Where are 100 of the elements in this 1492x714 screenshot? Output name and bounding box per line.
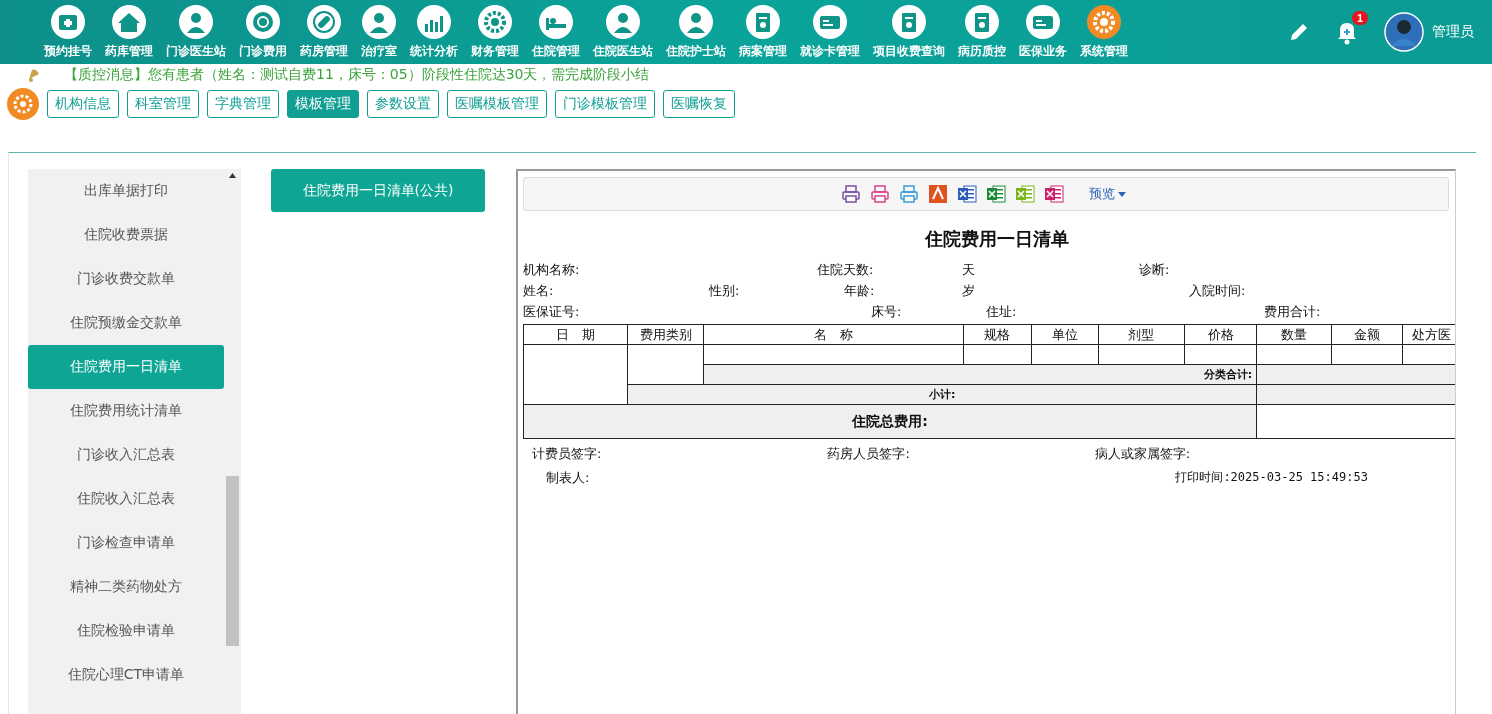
- tab[interactable]: 机构信息: [47, 90, 119, 118]
- doctor-icon: [178, 4, 214, 40]
- avatar-icon[interactable]: [1384, 12, 1424, 52]
- template-item[interactable]: 住院心理CT申请单: [28, 653, 224, 697]
- coin-icon: [245, 4, 281, 40]
- template-item[interactable]: 住院检验申请单: [28, 609, 224, 653]
- column-header: 处方医: [1402, 324, 1455, 345]
- template-item[interactable]: 出库单据打印: [28, 169, 224, 213]
- column-header: 价格: [1184, 324, 1257, 345]
- document-icon: [891, 4, 927, 40]
- nav-item[interactable]: 预约挂号: [44, 4, 92, 60]
- nav-item[interactable]: 门诊医生站: [166, 4, 226, 60]
- preview-dropdown[interactable]: 预览: [1082, 184, 1132, 204]
- excel-icon[interactable]: [985, 184, 1006, 204]
- gear-icon: [477, 4, 513, 40]
- field-label: 性别:: [709, 282, 740, 300]
- nav-item[interactable]: 住院护士站: [666, 4, 726, 60]
- printer-icon[interactable]: [869, 184, 890, 204]
- nav-item[interactable]: 项目收费查询: [873, 4, 945, 60]
- tab[interactable]: 字典管理: [207, 90, 279, 118]
- column-header: 单位: [1031, 324, 1099, 345]
- nav-item[interactable]: 住院管理: [532, 4, 580, 60]
- template-item[interactable]: 住院费用一日清单: [28, 345, 224, 389]
- nav-item[interactable]: 住院医生站: [593, 4, 653, 60]
- template-item[interactable]: 住院费用统计清单: [28, 389, 224, 433]
- tab[interactable]: 科室管理: [127, 90, 199, 118]
- field-label: 床号:: [871, 303, 902, 321]
- pdf-icon[interactable]: [927, 184, 948, 204]
- signature-label: 药房人员签字:: [827, 445, 910, 463]
- field-label: 费用合计:: [1264, 303, 1321, 321]
- printer-icon[interactable]: [898, 184, 919, 204]
- nav-item[interactable]: 病案管理: [739, 4, 787, 60]
- template-item[interactable]: 门诊收费交款单: [28, 257, 224, 301]
- column-header: 名 称: [703, 324, 964, 345]
- subtotal-label: 小计:: [627, 384, 1257, 405]
- user-name[interactable]: 管理员: [1432, 23, 1474, 41]
- tab[interactable]: 门诊模板管理: [555, 90, 655, 118]
- grand-total-label: 住院总费用:: [523, 404, 1257, 439]
- gear-icon: [1086, 4, 1122, 40]
- nav-item[interactable]: 系统管理: [1080, 4, 1128, 60]
- nav-item[interactable]: 财务管理: [471, 4, 519, 60]
- pencil-icon[interactable]: [1288, 21, 1310, 43]
- notice-message: 【质控消息】您有患者（姓名：测试自费11，床号：05）阶段性住院达30天，需完成阶段小结: [64, 66, 650, 84]
- template-item[interactable]: 精神二类药物处方: [28, 565, 224, 609]
- column-header: 剂型: [1098, 324, 1185, 345]
- template-item[interactable]: 住院预缴金交款单: [28, 301, 224, 345]
- card-icon: [812, 4, 848, 40]
- bed-icon: [538, 4, 574, 40]
- nav-item[interactable]: 治疗室: [361, 4, 397, 60]
- bar-chart-icon: [416, 4, 452, 40]
- signature-label: 病人或家属签字:: [1094, 445, 1191, 463]
- nav-item[interactable]: 病历质控: [958, 4, 1006, 60]
- field-label: 岁: [962, 282, 975, 300]
- tab[interactable]: 医嘱模板管理: [447, 90, 547, 118]
- excel-icon[interactable]: [1014, 184, 1035, 204]
- template-item[interactable]: 住院收入汇总表: [28, 477, 224, 521]
- field-label: 诊断:: [1139, 261, 1170, 279]
- doctor-icon: [605, 4, 641, 40]
- nav-item[interactable]: 医保业务: [1019, 4, 1067, 60]
- nav-item[interactable]: 药房管理: [300, 4, 348, 60]
- caret-icon: [1117, 191, 1126, 197]
- field-label: 医保证号:: [523, 303, 580, 321]
- signature-label: 计费员签字:: [532, 445, 602, 463]
- gear-icon[interactable]: [7, 88, 39, 120]
- field-label: 住址:: [986, 303, 1017, 321]
- tab[interactable]: 模板管理: [287, 90, 359, 118]
- printer-icon[interactable]: [840, 184, 861, 204]
- notification-badge: 1: [1351, 11, 1368, 25]
- report-title: 住院费用一日清单: [925, 228, 1069, 249]
- tab[interactable]: 医嘱恢复: [663, 90, 735, 118]
- field-label: 机构名称:: [523, 261, 580, 279]
- template-item[interactable]: 门诊检查申请单: [28, 521, 224, 565]
- tab[interactable]: 参数设置: [367, 90, 439, 118]
- pill-icon: [306, 4, 342, 40]
- nav-item[interactable]: 就诊卡管理: [800, 4, 860, 60]
- category-total-label: 分类合计:: [703, 364, 1257, 385]
- id-card-icon: [1025, 4, 1061, 40]
- word-icon[interactable]: [956, 184, 977, 204]
- house-icon: [111, 4, 147, 40]
- column-header: 数量: [1256, 324, 1332, 345]
- nav-item[interactable]: 门诊费用: [239, 4, 287, 60]
- column-header: 规格: [963, 324, 1032, 345]
- scrollbar-thumb[interactable]: [226, 476, 239, 646]
- template-item[interactable]: 门诊收入汇总表: [28, 433, 224, 477]
- field-label: 住院天数:: [817, 261, 874, 279]
- print-time: 打印时间:2025-03-25 15:49:53: [1175, 469, 1368, 486]
- nav-item[interactable]: 药库管理: [105, 4, 153, 60]
- field-label: 年龄:: [844, 282, 875, 300]
- field-label: 天: [962, 261, 975, 279]
- column-header: 费用类别: [627, 324, 704, 345]
- template-item[interactable]: 住院收费票据: [28, 213, 224, 257]
- field-label: 姓名:: [523, 282, 554, 300]
- column-header: 日 期: [523, 324, 628, 345]
- excel-icon[interactable]: [1043, 184, 1064, 204]
- column-header: 金额: [1331, 324, 1403, 345]
- nav-item[interactable]: 统计分析: [410, 4, 458, 60]
- field-label: 入院时间:: [1189, 282, 1246, 300]
- maker-label: 制表人:: [546, 469, 590, 487]
- template-variant-button[interactable]: 住院费用一日清单(公共): [271, 169, 485, 212]
- document-icon: [745, 4, 781, 40]
